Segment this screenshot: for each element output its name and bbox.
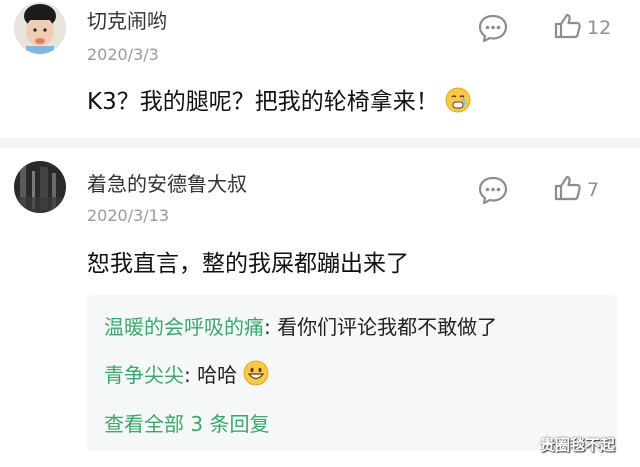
reply-author[interactable]: 青争尖尖 [104, 363, 184, 387]
thumbs-up-icon [553, 12, 583, 44]
comment-text-body: K3？我的腿呢？把我的轮椅拿来！ [87, 89, 439, 115]
watermark: 贵圈毯不起 [540, 436, 616, 454]
like-button[interactable]: 7 [553, 175, 599, 205]
comment-item: 切克闹哟 2020/3/3 K3？我的腿呢？把我的轮椅拿来！ 12 [0, 0, 640, 138]
like-button[interactable]: 12 [553, 13, 611, 43]
comment-divider [0, 138, 640, 148]
reply-icon[interactable] [477, 175, 509, 205]
avatar[interactable] [14, 161, 66, 213]
crying-face-emoji-icon [445, 87, 471, 119]
comment-date: 2020/3/13 [87, 206, 170, 225]
reply-author[interactable]: 温暖的会呼吸的痛 [104, 315, 264, 339]
reply-text: 看你们评论我都不敢做了 [277, 315, 498, 339]
avatar[interactable] [14, 2, 66, 54]
grinning-face-emoji-icon [243, 360, 269, 391]
like-count: 12 [587, 17, 612, 39]
reply-item: 青争尖尖: 哈哈 [104, 359, 269, 391]
reply-separator: : [184, 363, 198, 387]
reply-preview-box: 温暖的会呼吸的痛: 看你们评论我都不敢做了 青争尖尖: 哈哈 查看全部 3 条回… [87, 295, 617, 451]
reply-separator: : [264, 315, 278, 339]
username[interactable]: 切克闹哟 [87, 5, 167, 34]
reply-item: 温暖的会呼吸的痛: 看你们评论我都不敢做了 [104, 311, 497, 340]
reply-icon[interactable] [477, 13, 509, 43]
comment-item: 着急的安德鲁大叔 2020/3/13 恕我直言，整的我屎都蹦出来了 7 温暖的会… [0, 148, 640, 467]
like-count: 7 [587, 179, 600, 201]
comment-text: 恕我直言，整的我屎都蹦出来了 [87, 251, 409, 277]
comment-date: 2020/3/3 [87, 45, 159, 64]
reply-text: 哈哈 [197, 363, 238, 387]
thumbs-up-icon [553, 174, 583, 206]
username[interactable]: 着急的安德鲁大叔 [87, 168, 247, 197]
view-all-replies-link[interactable]: 查看全部 3 条回复 [104, 408, 269, 437]
comment-text: K3？我的腿呢？把我的轮椅拿来！ [87, 82, 471, 119]
